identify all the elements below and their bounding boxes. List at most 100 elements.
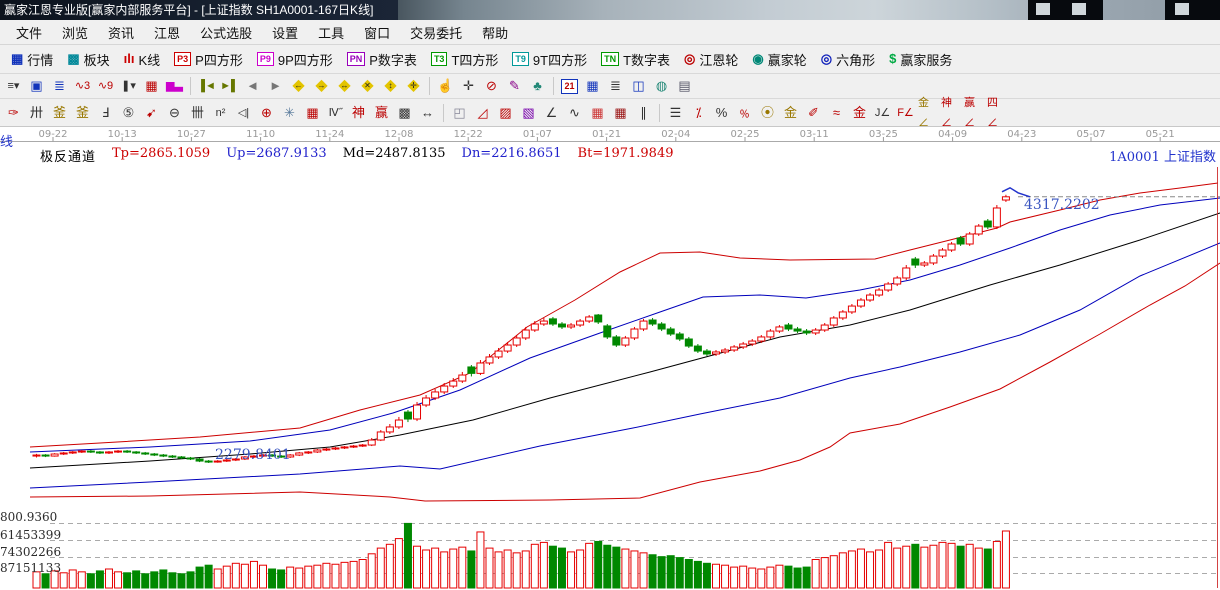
spiral5-icon[interactable]: ⑤ xyxy=(118,103,139,123)
j-angle-icon[interactable]: J∠ xyxy=(872,103,893,123)
fan-purple-icon[interactable]: ▧ xyxy=(518,103,539,123)
pct-ruler-icon[interactable]: ⁒ xyxy=(688,103,709,123)
menu-item-0[interactable]: 文件 xyxy=(6,20,52,45)
mirror-tool-icon[interactable]: ◁| xyxy=(233,103,254,123)
diamond-all-icon[interactable]: ◆✛ xyxy=(403,76,424,96)
roman4-icon[interactable]: Ⅳ˝ xyxy=(325,103,346,123)
chart-type-dropdown-icon[interactable]: ≡▾ xyxy=(3,76,24,96)
f-angle-icon[interactable]: F∠ xyxy=(895,103,916,123)
info-panel-icon[interactable]: ≣ xyxy=(49,76,70,96)
shen-angle-icon[interactable]: 神∠ xyxy=(941,103,962,123)
box-frame-icon[interactable]: ◰ xyxy=(449,103,470,123)
compass-tool-icon[interactable]: ⊕ xyxy=(256,103,277,123)
candle-style-icon[interactable]: ❚▾ xyxy=(118,76,139,96)
left-panel-tab-label[interactable]: 线 xyxy=(0,131,13,150)
menu-item-7[interactable]: 窗口 xyxy=(354,20,400,45)
zigzag-icon[interactable]: ∿ xyxy=(564,103,585,123)
print-icon[interactable]: ▤ xyxy=(674,76,695,96)
hand-drag-icon[interactable]: ☝ xyxy=(435,76,456,96)
kline-button[interactable]: ılıK线 xyxy=(117,48,168,71)
volume-bar xyxy=(767,567,774,588)
diamond-left-icon[interactable]: ◆← xyxy=(288,76,309,96)
menu-item-5[interactable]: 设置 xyxy=(262,20,308,45)
report-notes-icon[interactable]: ≣ xyxy=(605,76,626,96)
p9-square-button[interactable]: P99P四方形 xyxy=(250,48,340,71)
sectors-button[interactable]: ▩板块 xyxy=(60,48,116,71)
percent-icon[interactable]: % xyxy=(711,103,732,123)
diamond-vertical-icon[interactable]: ◆↕ xyxy=(380,76,401,96)
menu-item-2[interactable]: 资讯 xyxy=(98,20,144,45)
ruler-tool-icon[interactable]: 卅 xyxy=(26,103,47,123)
next-page-icon[interactable]: ► xyxy=(265,76,286,96)
ying-tool-icon[interactable]: 赢 xyxy=(371,103,392,123)
t-table-button[interactable]: TNT数字表 xyxy=(594,48,677,71)
crosshair-icon[interactable]: ✛ xyxy=(458,76,479,96)
n2-ruler-icon[interactable]: n² xyxy=(210,103,231,123)
pen-candle-icon[interactable]: ✐ xyxy=(803,103,824,123)
gold-line-icon[interactable]: 金 xyxy=(780,103,801,123)
winner-wheel-button[interactable]: ◉赢家轮 xyxy=(745,48,813,71)
grid-red2-icon[interactable]: ▦ xyxy=(587,103,608,123)
hexagon-button[interactable]: ◎六角形 xyxy=(814,48,882,71)
t9-square-button[interactable]: T99T四方形 xyxy=(505,48,594,71)
save-icon[interactable]: ◫ xyxy=(628,76,649,96)
fan-grid-icon[interactable]: ▨ xyxy=(495,103,516,123)
calculator-icon[interactable]: ▦ xyxy=(582,76,603,96)
menu-item-9[interactable]: 帮助 xyxy=(472,20,518,45)
gold-red-icon[interactable]: 金 xyxy=(849,103,870,123)
quote-list-icon[interactable]: ☰ xyxy=(665,103,686,123)
volume-pane-icon[interactable]: ▆▃ xyxy=(164,76,185,96)
measure-tool-icon[interactable]: ↔ xyxy=(417,103,438,123)
circle-ruler-icon[interactable]: ⊖ xyxy=(164,103,185,123)
dark-grid-icon[interactable]: ▩ xyxy=(394,103,415,123)
last-page-icon[interactable]: ►▌ xyxy=(219,76,240,96)
rocket-tool-icon[interactable]: ➹ xyxy=(141,103,162,123)
calendar-icon[interactable]: 21 xyxy=(559,76,580,96)
volume-bar xyxy=(223,566,230,588)
parallel-lines-icon[interactable]: ∥ xyxy=(633,103,654,123)
f-ruler-icon[interactable]: Ⅎ xyxy=(95,103,116,123)
menu-item-1[interactable]: 浏览 xyxy=(52,20,98,45)
diamond-right-icon[interactable]: ◆→ xyxy=(311,76,332,96)
web-export-icon[interactable]: ◍ xyxy=(651,76,672,96)
smart-analysis-icon[interactable]: ♣ xyxy=(527,76,548,96)
ruler2-tool-icon[interactable]: 卌 xyxy=(187,103,208,123)
gold-ruler2-icon[interactable]: 釜 xyxy=(72,103,93,123)
t-square-button[interactable]: T3T四方形 xyxy=(424,48,505,71)
red-grid-icon[interactable]: ▦ xyxy=(302,103,323,123)
menu-item-6[interactable]: 工具 xyxy=(308,20,354,45)
prev-page-icon[interactable]: ◄ xyxy=(242,76,263,96)
diamond-expand-icon[interactable]: ◆↔ xyxy=(334,76,355,96)
first-page-icon[interactable]: ▐◄ xyxy=(196,76,217,96)
ma3-icon[interactable]: ∿3 xyxy=(72,76,93,96)
zoom-off-icon[interactable]: ⊘ xyxy=(481,76,502,96)
menu-item-4[interactable]: 公式选股 xyxy=(190,20,262,45)
p-table-button[interactable]: PNP数字表 xyxy=(340,48,424,71)
annotate-pen-icon[interactable]: ✎ xyxy=(504,76,525,96)
gold-ruler1-icon[interactable]: 釜 xyxy=(49,103,70,123)
ying-angle-icon[interactable]: 赢∠ xyxy=(964,103,985,123)
pct-line-icon[interactable]: ﹪ xyxy=(734,103,755,123)
p-square-button[interactable]: P3P四方形 xyxy=(167,48,250,71)
title-bar[interactable]: 赢家江恩专业版[赢家内部服务平台] - [上证指数 SH1A0001-167日K… xyxy=(0,0,1220,20)
gold-angle-icon[interactable]: 金∠ xyxy=(918,103,939,123)
shen-tool-icon[interactable]: 神 xyxy=(348,103,369,123)
gold-circle-icon[interactable]: ⦿ xyxy=(757,103,778,123)
si-angle-icon[interactable]: 四∠ xyxy=(987,103,1008,123)
menu-item-3[interactable]: 江恩 xyxy=(144,20,190,45)
angle-lines-icon[interactable]: ∠ xyxy=(541,103,562,123)
brush-tool-icon[interactable]: ✑ xyxy=(3,103,24,123)
region-zoom-icon[interactable]: ▣ xyxy=(26,76,47,96)
gann-wheel-button[interactable]: ◎江恩轮 xyxy=(677,48,745,71)
main-grid-icon[interactable]: ▦ xyxy=(141,76,162,96)
web-star-icon[interactable]: ✳ xyxy=(279,103,300,123)
grid-red3-icon[interactable]: ▦ xyxy=(610,103,631,123)
wave-band-icon[interactable]: ≈ xyxy=(826,103,847,123)
quotes-button[interactable]: ▦行情 xyxy=(4,48,60,71)
volume-bar xyxy=(296,568,303,588)
ma9-icon[interactable]: ∿9 xyxy=(95,76,116,96)
gann-fan-icon[interactable]: ◿ xyxy=(472,103,493,123)
winner-service-button[interactable]: $赢家服务 xyxy=(882,48,959,71)
menu-item-8[interactable]: 交易委托 xyxy=(400,20,472,45)
diamond-compress-icon[interactable]: ◆✕ xyxy=(357,76,378,96)
